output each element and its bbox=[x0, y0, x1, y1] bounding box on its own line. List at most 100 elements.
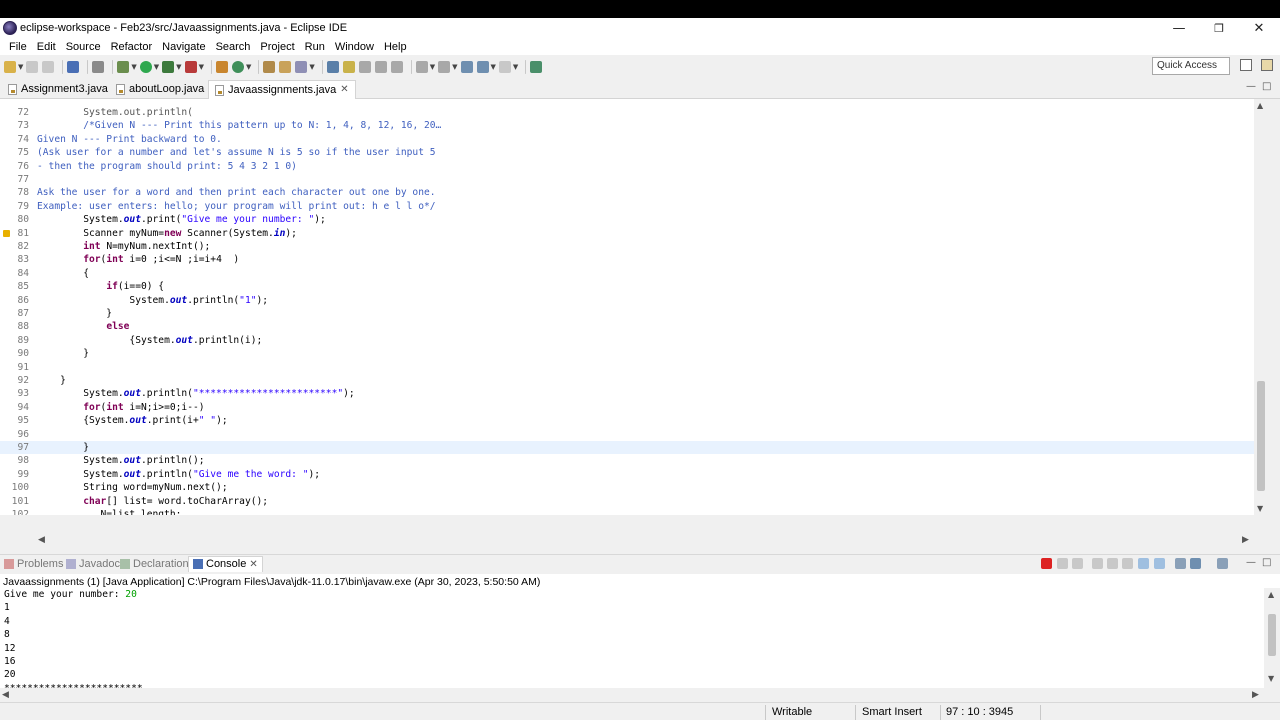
terminal-icon[interactable] bbox=[67, 61, 80, 73]
code-line[interactable]: 82 int N=myNum.nextInt(); bbox=[0, 240, 1254, 253]
debug-dropdown-icon[interactable]: ▼ bbox=[131, 63, 136, 71]
menu-project[interactable]: Project bbox=[255, 41, 299, 53]
scroll-up-icon[interactable]: ▲ bbox=[1257, 101, 1263, 110]
maximize-console-icon[interactable]: □ bbox=[1262, 557, 1271, 568]
code-line[interactable]: 81 Scanner myNum=new Scanner(System.in); bbox=[0, 227, 1254, 240]
close-console-icon[interactable]: ✕ bbox=[249, 559, 257, 570]
code-line[interactable]: 102 N=list.length; bbox=[0, 508, 1254, 515]
terminate-icon[interactable] bbox=[1041, 558, 1052, 569]
menu-edit[interactable]: Edit bbox=[32, 41, 61, 53]
code-line[interactable]: 99 System.out.println("Give me the word:… bbox=[0, 468, 1254, 481]
run-icon[interactable] bbox=[139, 61, 152, 73]
scroll-down-icon[interactable]: ▼ bbox=[1268, 674, 1274, 683]
minimize-editor-icon[interactable]: — bbox=[1246, 81, 1256, 92]
external-tools-dropdown-icon[interactable]: ▼ bbox=[199, 63, 204, 71]
code-line[interactable]: 83 for(int i=0 ;i<=N ;i=i+4 ) bbox=[0, 253, 1254, 266]
skip-breakpoints-icon[interactable] bbox=[92, 61, 105, 73]
menu-refactor[interactable]: Refactor bbox=[106, 41, 158, 53]
code-line[interactable]: 77 bbox=[0, 173, 1254, 186]
code-line[interactable]: 98 System.out.println(); bbox=[0, 454, 1254, 467]
menu-window[interactable]: Window bbox=[330, 41, 379, 53]
new-java-project-icon[interactable] bbox=[215, 61, 228, 73]
code-line[interactable]: 75 (Ask user for a number and let's assum… bbox=[0, 146, 1254, 159]
toggle-ant-editor-icon[interactable] bbox=[326, 61, 339, 73]
minimize-console-icon[interactable]: — bbox=[1246, 557, 1256, 568]
code-line[interactable]: 87 } bbox=[0, 307, 1254, 320]
previous-annotation-icon[interactable] bbox=[438, 61, 451, 73]
code-line[interactable]: 72 bbox=[0, 106, 1254, 119]
back-dropdown-icon[interactable]: ▼ bbox=[491, 63, 496, 71]
search-icon[interactable] bbox=[295, 61, 308, 73]
code-line[interactable]: 94 for(int i=N;i>=0;i--) bbox=[0, 401, 1254, 414]
tab-javadoc[interactable]: Javadoc bbox=[66, 558, 120, 570]
code-line[interactable]: 88 else bbox=[0, 320, 1254, 333]
code-line[interactable]: 97 } bbox=[0, 441, 1254, 455]
scroll-right-icon[interactable]: ▶ bbox=[1252, 690, 1259, 700]
maximize-button[interactable]: ❐ bbox=[1200, 18, 1238, 38]
tab-aboutloop[interactable]: aboutLoop.java bbox=[110, 80, 210, 99]
tab-console[interactable]: Console ✕ bbox=[188, 556, 263, 572]
editor-horizontal-scrollbar[interactable]: ◀ ▶ bbox=[36, 533, 1254, 547]
close-window-button[interactable]: ✕ bbox=[1240, 18, 1278, 38]
code-line[interactable]: 91 bbox=[0, 361, 1254, 374]
mark-occurrences-icon[interactable] bbox=[342, 61, 355, 73]
scroll-up-icon[interactable]: ▲ bbox=[1268, 590, 1274, 599]
menu-run[interactable]: Run bbox=[300, 41, 330, 53]
external-tools-icon[interactable] bbox=[184, 61, 197, 73]
show-on-error-icon[interactable] bbox=[1154, 558, 1165, 569]
tab-javaassignments[interactable]: Javaassignments.java ✕ bbox=[208, 80, 356, 99]
next-annotation-icon[interactable] bbox=[415, 61, 428, 73]
pin-console-icon[interactable] bbox=[1175, 558, 1186, 569]
menu-search[interactable]: Search bbox=[211, 41, 256, 53]
tab-assignment3[interactable]: Assignment3.java bbox=[2, 80, 114, 99]
word-wrap-console-icon[interactable] bbox=[1122, 558, 1133, 569]
maximize-editor-icon[interactable]: □ bbox=[1262, 81, 1271, 92]
java-perspective-icon[interactable] bbox=[1261, 59, 1273, 71]
code-line[interactable]: 85 if(i==0) { bbox=[0, 280, 1254, 293]
block-selection-icon[interactable] bbox=[374, 61, 387, 73]
warning-icon[interactable] bbox=[3, 229, 10, 237]
new-dropdown-icon[interactable]: ▼ bbox=[18, 63, 23, 71]
show-whitespace-icon[interactable] bbox=[390, 61, 403, 73]
open-perspective-icon[interactable] bbox=[1240, 59, 1252, 71]
code-editor[interactable]: System.out.println( 72 73 /*Given N --- P… bbox=[0, 99, 1254, 515]
code-line[interactable]: 84 { bbox=[0, 267, 1254, 280]
open-type-icon[interactable] bbox=[263, 61, 276, 73]
save-icon[interactable] bbox=[26, 61, 39, 73]
code-line[interactable]: 95 {System.out.print(i+" "); bbox=[0, 414, 1254, 427]
coverage-icon[interactable] bbox=[162, 61, 175, 73]
debug-icon[interactable] bbox=[117, 61, 130, 73]
back-icon[interactable] bbox=[476, 61, 489, 73]
word-wrap-icon[interactable] bbox=[358, 61, 371, 73]
overview-ruler[interactable] bbox=[1268, 99, 1280, 531]
remove-all-launches-icon[interactable] bbox=[1072, 558, 1083, 569]
remove-launch-icon[interactable] bbox=[1057, 558, 1068, 569]
pin-editor-icon[interactable] bbox=[530, 61, 543, 73]
code-line[interactable]: 80 System.out.print("Give me your number… bbox=[0, 213, 1254, 226]
scroll-left-icon[interactable]: ◀ bbox=[2, 690, 9, 700]
menu-source[interactable]: Source bbox=[61, 41, 106, 53]
editor-vertical-scrollbar[interactable]: ▲ ▼ bbox=[1254, 99, 1268, 531]
menu-navigate[interactable]: Navigate bbox=[157, 41, 210, 53]
coverage-dropdown-icon[interactable]: ▼ bbox=[176, 63, 181, 71]
editor-scroll-thumb[interactable] bbox=[1257, 381, 1265, 491]
code-line[interactable]: 100 String word=myNum.next(); bbox=[0, 481, 1254, 494]
code-line[interactable]: 93 System.out.println("*****************… bbox=[0, 387, 1254, 400]
code-line[interactable]: 92 } bbox=[0, 374, 1254, 387]
clear-console-icon[interactable] bbox=[1092, 558, 1103, 569]
menu-file[interactable]: File bbox=[4, 41, 32, 53]
last-edit-location-icon[interactable] bbox=[460, 61, 473, 73]
console-output[interactable]: Give me your number: 20 148121620*******… bbox=[0, 588, 1266, 688]
new-class-icon[interactable] bbox=[231, 61, 244, 73]
close-tab-icon[interactable]: ✕ bbox=[340, 84, 348, 95]
menu-help[interactable]: Help bbox=[379, 41, 412, 53]
console-horizontal-scrollbar[interactable]: ◀ ▶ bbox=[0, 688, 1264, 702]
search-dropdown-icon[interactable]: ▼ bbox=[309, 63, 314, 71]
code-line[interactable]: 79 Example: user enters: hello; your prog… bbox=[0, 200, 1254, 213]
tab-declaration[interactable]: Declaration bbox=[120, 558, 189, 570]
forward-icon[interactable] bbox=[498, 61, 511, 73]
scroll-right-icon[interactable]: ▶ bbox=[1242, 535, 1249, 545]
code-line[interactable]: 78 Ask the user for a word and then print… bbox=[0, 186, 1254, 199]
minimize-button[interactable]: — bbox=[1160, 18, 1198, 38]
scroll-down-icon[interactable]: ▼ bbox=[1257, 504, 1263, 513]
